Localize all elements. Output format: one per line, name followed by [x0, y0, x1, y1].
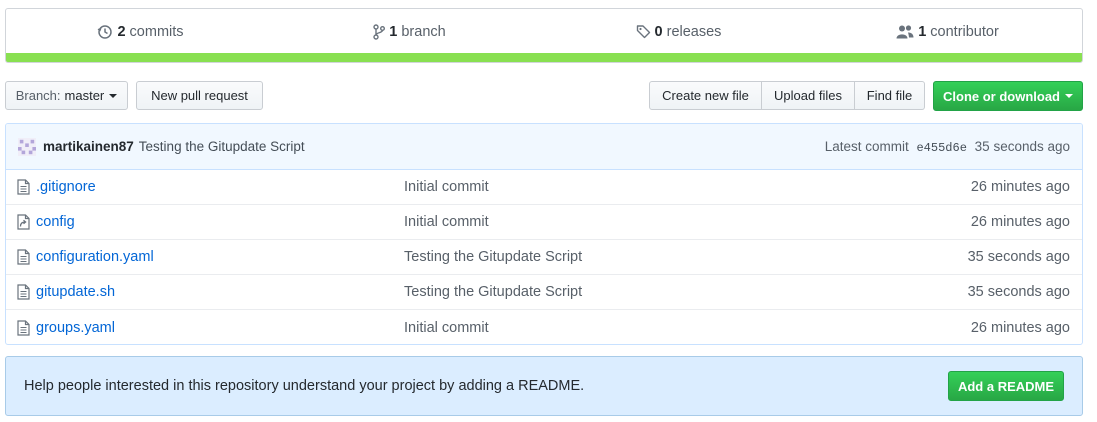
contributors-link[interactable]: 1 contributor [813, 24, 1082, 40]
table-row: config Initial commit 26 minutes ago [6, 205, 1082, 240]
contributors-label: contributor [930, 23, 999, 40]
language-bar[interactable] [6, 53, 1082, 62]
latest-commit-info: Latest commit e455d6e 35 seconds ago [825, 139, 1070, 155]
commits-label: commits [129, 23, 184, 40]
file-icon [6, 249, 36, 265]
find-file-button[interactable]: Find file [855, 81, 925, 110]
table-row: groups.yaml Initial commit 26 minutes ag… [6, 310, 1082, 344]
file-commit-message[interactable]: Initial commit [404, 214, 971, 230]
latest-commit-label: Latest commit [824, 138, 909, 154]
file-age: 26 minutes ago [970, 214, 1070, 230]
file-navigation: martikainen87 Testing the Gitupdate Scri… [5, 123, 1083, 345]
history-icon [98, 24, 113, 39]
add-readme-button[interactable]: Add a README [948, 371, 1064, 401]
commit-author[interactable]: martikainen87 [43, 139, 134, 154]
file-icon [6, 319, 36, 336]
file-name-link[interactable]: config [36, 214, 404, 230]
new-pull-request-button[interactable]: New pull request [136, 81, 263, 110]
clone-or-download-label: Clone or download [943, 88, 1060, 104]
table-row: configuration.yaml Testing the Gitupdate… [6, 240, 1082, 275]
file-commit-message[interactable]: Testing the Gitupdate Script [404, 249, 968, 265]
file-actions-group: Create new file Upload files Find file [649, 81, 925, 110]
commit-sha[interactable]: e455d6e [916, 141, 966, 155]
commit-message[interactable]: Testing the Gitupdate Script [139, 139, 305, 154]
file-age: 35 seconds ago [967, 284, 1070, 300]
branches-count: 1 [389, 23, 398, 40]
file-age: 26 minutes ago [970, 179, 1070, 195]
create-new-file-button[interactable]: Create new file [649, 81, 762, 110]
file-commit-message[interactable]: Initial commit [404, 179, 971, 195]
file-name-link[interactable]: groups.yaml [36, 320, 404, 336]
symlink-file-icon [6, 214, 36, 230]
contributors-count: 1 [918, 23, 927, 40]
commits-count: 2 [117, 23, 126, 40]
file-commit-message[interactable]: Initial commit [404, 320, 971, 336]
readme-prompt: Help people interested in this repositor… [5, 356, 1083, 416]
releases-count: 0 [654, 23, 663, 40]
branch-name: master [64, 88, 105, 103]
releases-link[interactable]: 0 releases [544, 24, 813, 40]
upload-files-button[interactable]: Upload files [762, 81, 855, 110]
repo-summary-bar: 2 commits 1 branch 0 releases 1 contribu… [5, 8, 1083, 63]
file-age: 35 seconds ago [967, 249, 1070, 265]
branch-prefix: Branch: [15, 88, 61, 103]
clone-or-download-button[interactable]: Clone or download [933, 81, 1083, 111]
branch-select-button[interactable]: Branch: master [5, 81, 128, 110]
file-name-link[interactable]: gitupdate.sh [36, 284, 404, 300]
caret-down-icon [1065, 94, 1073, 98]
people-icon [896, 24, 914, 38]
table-row: gitupdate.sh Testing the Gitupdate Scrip… [6, 275, 1082, 310]
branches-link[interactable]: 1 branch [275, 24, 544, 40]
branches-label: branch [401, 23, 446, 40]
latest-commit-bar: martikainen87 Testing the Gitupdate Scri… [6, 124, 1082, 170]
file-commit-message[interactable]: Testing the Gitupdate Script [404, 284, 968, 300]
identicon-icon [18, 137, 36, 156]
file-icon [6, 284, 36, 300]
commit-age: 35 seconds ago [974, 138, 1070, 154]
file-icon [6, 179, 36, 195]
avatar[interactable] [17, 137, 37, 157]
file-name-link[interactable]: .gitignore [36, 179, 404, 195]
readme-prompt-text: Help people interested in this repositor… [24, 378, 585, 394]
git-branch-icon [373, 23, 386, 40]
file-name-link[interactable]: configuration.yaml [36, 249, 404, 265]
releases-label: releases [666, 23, 722, 40]
caret-down-icon [109, 93, 118, 98]
tag-icon [636, 24, 650, 38]
commits-link[interactable]: 2 commits [6, 24, 275, 40]
table-row: .gitignore Initial commit 26 minutes ago [6, 170, 1082, 205]
file-age: 26 minutes ago [970, 319, 1070, 336]
file-list: .gitignore Initial commit 26 minutes ago… [6, 170, 1082, 344]
